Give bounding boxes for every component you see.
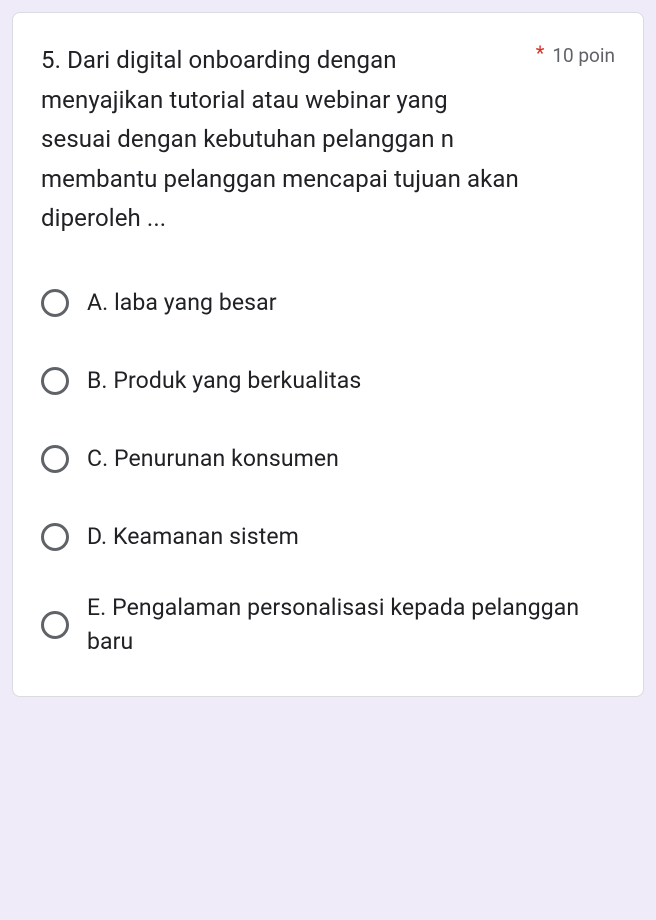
options-list: A. laba yang besar B. Produk yang berkua… — [41, 279, 615, 660]
radio-icon — [41, 523, 69, 551]
option-label: A. laba yang besar — [87, 286, 277, 321]
question-text: 5. Dari digital onboarding dengan menyaj… — [41, 41, 536, 239]
radio-icon — [41, 367, 69, 395]
option-label: C. Penurunan konsumen — [87, 442, 339, 477]
option-label: D. Keamanan sistem — [87, 520, 299, 555]
radio-icon — [41, 289, 69, 317]
question-card: 5. Dari digital onboarding dengan menyaj… — [12, 12, 644, 697]
option-c[interactable]: C. Penurunan konsumen — [41, 435, 615, 483]
option-label: E. Pengalaman personalisasi kepada pelan… — [87, 591, 615, 660]
option-a[interactable]: A. laba yang besar — [41, 279, 615, 327]
option-label: B. Produk yang berkualitas — [87, 364, 361, 399]
option-d[interactable]: D. Keamanan sistem — [41, 513, 615, 561]
option-e[interactable]: E. Pengalaman personalisasi kepada pelan… — [41, 591, 615, 660]
radio-icon — [41, 611, 69, 639]
points-label: 10 poin — [552, 41, 615, 71]
radio-icon — [41, 445, 69, 473]
question-header: 5. Dari digital onboarding dengan menyaj… — [41, 41, 615, 239]
required-marker: * — [536, 41, 545, 65]
option-b[interactable]: B. Produk yang berkualitas — [41, 357, 615, 405]
